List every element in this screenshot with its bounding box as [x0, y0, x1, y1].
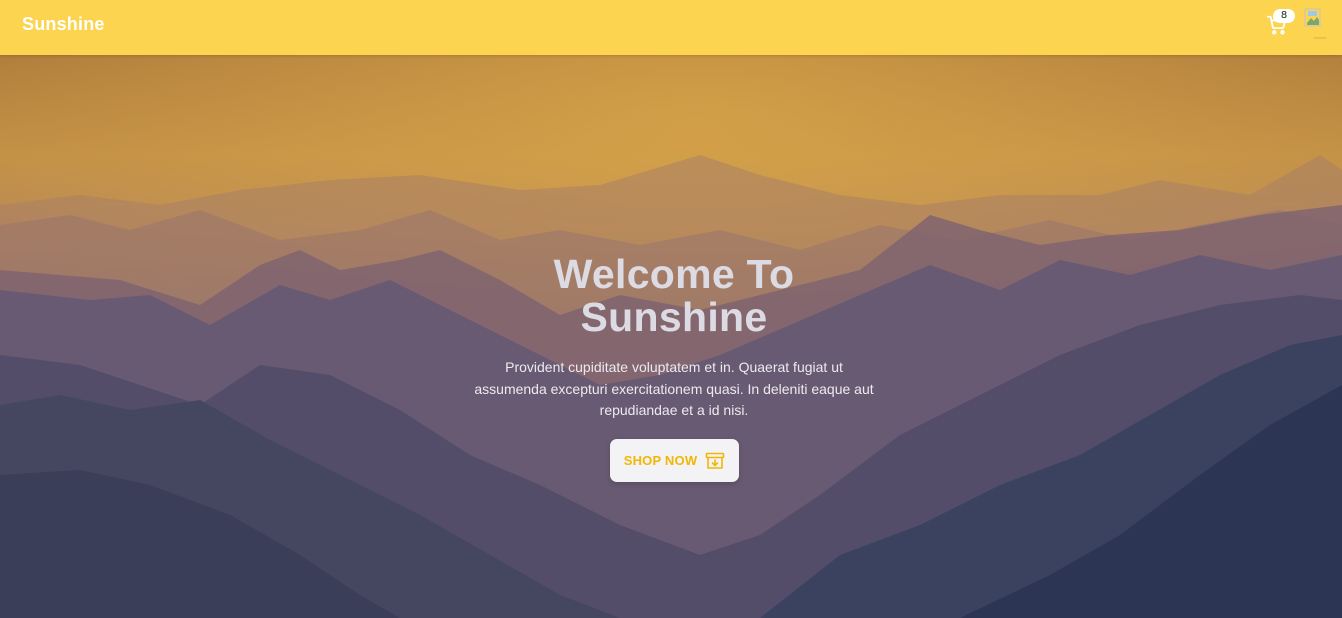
avatar[interactable]: [1304, 8, 1328, 42]
hero-title: Welcome To Sunshine: [471, 253, 877, 339]
navbar: Sunshine 8: [0, 0, 1342, 55]
hero-section: Welcome To Sunshine Provident cupiditate…: [0, 55, 1342, 618]
brand-logo[interactable]: Sunshine: [22, 14, 105, 35]
archive-download-icon: [705, 452, 725, 470]
shop-now-label: SHOP NOW: [623, 453, 698, 468]
hero-content: Welcome To Sunshine Provident cupiditate…: [0, 55, 1342, 618]
shop-now-button[interactable]: SHOP NOW: [610, 439, 739, 482]
hero-title-line1: Welcome To: [553, 251, 795, 297]
hero-description: Provident cupiditate voluptatem et in. Q…: [474, 359, 874, 418]
hero-title-line2: Sunshine: [580, 294, 768, 340]
broken-image-icon: [1304, 8, 1326, 39]
cart-count-badge: 8: [1273, 9, 1295, 23]
